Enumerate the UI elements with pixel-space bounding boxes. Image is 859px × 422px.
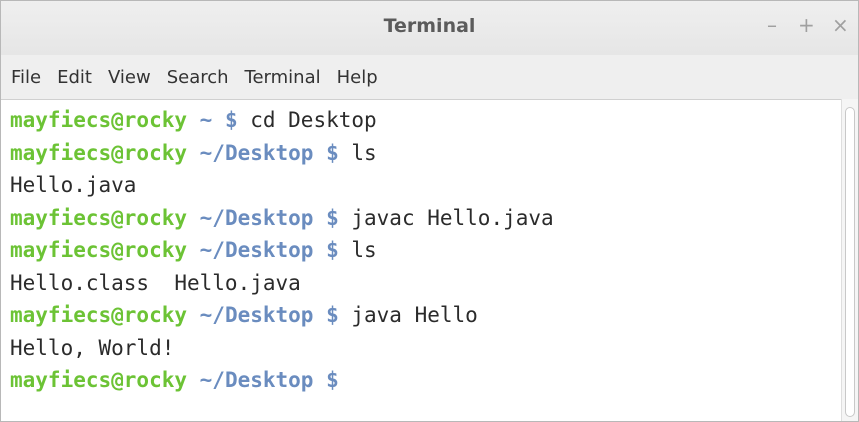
prompt-user: mayfiecs@rocky: [10, 238, 188, 262]
output-line: Hello, World!: [10, 332, 844, 365]
menu-bar: File Edit View Search Terminal Help: [1, 55, 858, 99]
prompt-path: ~/Desktop $: [187, 140, 339, 165]
menu-view[interactable]: View: [108, 67, 151, 88]
prompt-path: ~ $: [187, 108, 238, 132]
maximize-button[interactable]: +: [798, 14, 815, 36]
command-text: javac Hello.java: [338, 205, 554, 230]
menu-file[interactable]: File: [11, 67, 41, 88]
prompt-line: mayfiecs@rocky ~ $ cd Desktop: [10, 104, 844, 137]
vertical-scrollbar[interactable]: [841, 99, 858, 421]
prompt-path: ~/Desktop $: [187, 368, 339, 392]
prompt-line: mayfiecs@rocky ~/Desktop $: [10, 364, 844, 397]
prompt-user: mayfiecs@rocky: [10, 368, 188, 392]
output-line: Hello.class Hello.java: [10, 267, 844, 300]
prompt-user: mayfiecs@rocky: [10, 140, 188, 165]
terminal-output[interactable]: mayfiecs@rocky ~ $ cd Desktop mayfiecs@ro…: [1, 99, 844, 421]
menu-terminal[interactable]: Terminal: [245, 67, 321, 88]
output-text: Hello.class Hello.java: [10, 270, 301, 295]
prompt-path: ~/Desktop $: [187, 238, 339, 262]
prompt-line: mayfiecs@rocky ~/Desktop $ javac Hello.j…: [10, 202, 844, 235]
output-text: Hello, World!: [10, 335, 175, 360]
command-text: cd Desktop: [237, 108, 377, 132]
output-line: Hello.java: [10, 169, 844, 202]
prompt-path: ~/Desktop $: [187, 205, 339, 230]
prompt-user: mayfiecs@rocky: [10, 108, 188, 132]
prompt-user: mayfiecs@rocky: [10, 303, 188, 327]
command-text: ls: [338, 140, 377, 165]
scrollbar-thumb[interactable]: [845, 107, 855, 417]
menu-help[interactable]: Help: [337, 67, 378, 88]
command-text: java Hello: [338, 303, 478, 327]
close-button[interactable]: ×: [832, 14, 849, 36]
window-controls: – + ×: [764, 14, 849, 36]
minimize-button[interactable]: –: [764, 14, 780, 36]
command-text: ls: [338, 238, 377, 262]
menu-search[interactable]: Search: [167, 67, 229, 88]
prompt-user: mayfiecs@rocky: [10, 205, 188, 230]
terminal-window: Terminal – + × File Edit View Search Ter…: [0, 0, 859, 422]
prompt-line: mayfiecs@rocky ~/Desktop $ ls: [10, 234, 844, 267]
output-text: Hello.java: [10, 173, 137, 197]
prompt-path: ~/Desktop $: [187, 303, 339, 327]
window-title: Terminal: [383, 15, 476, 37]
prompt-line: mayfiecs@rocky ~/Desktop $ java Hello: [10, 299, 844, 332]
title-bar[interactable]: Terminal – + ×: [1, 1, 858, 55]
menu-edit[interactable]: Edit: [57, 67, 92, 88]
prompt-line: mayfiecs@rocky ~/Desktop $ ls: [10, 137, 844, 170]
